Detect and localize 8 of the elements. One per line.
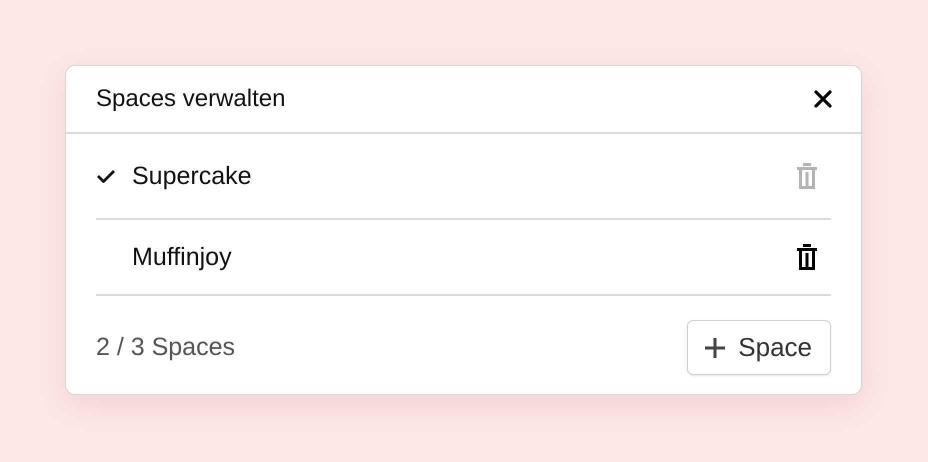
close-icon[interactable] — [813, 89, 833, 109]
space-name[interactable]: Supercake — [132, 162, 796, 190]
dialog-title: Spaces verwalten — [96, 85, 286, 113]
space-name[interactable]: Muffinjoy — [132, 242, 796, 272]
space-count: 2 / 3 Spaces — [96, 333, 235, 362]
plus-icon — [704, 336, 726, 358]
add-space-button[interactable]: Space — [687, 320, 831, 375]
trash-icon[interactable] — [796, 244, 818, 270]
